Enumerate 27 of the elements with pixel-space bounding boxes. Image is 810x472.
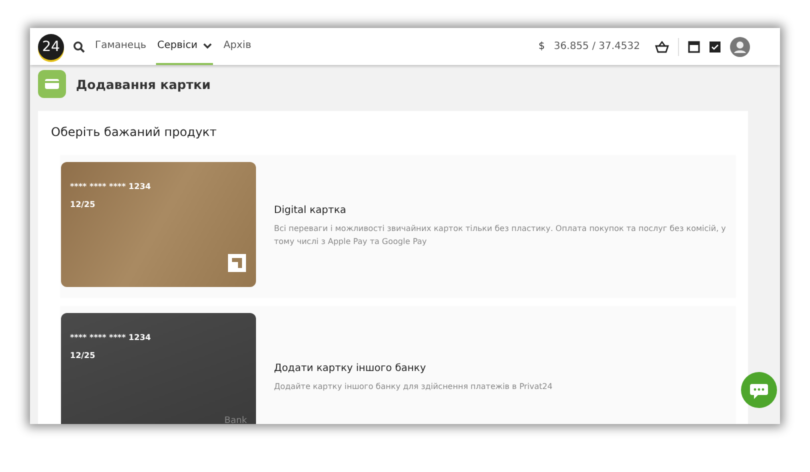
- page-title: Додавання картки: [76, 76, 211, 92]
- card-icon: [38, 70, 66, 98]
- card-number: **** **** **** 1234: [70, 333, 151, 342]
- nav-tab[interactable]: Сервіси: [156, 28, 214, 65]
- product-row[interactable]: **** **** **** 1234 12/25 Bank Додати картку іншого банку Додайте картку іншого банку для здійснення платежів в Privat24: [60, 306, 736, 424]
- product-title: Додати картку іншого банку: [274, 362, 427, 374]
- bank-logo-icon: [228, 254, 246, 272]
- card-expiry: 12/25: [70, 351, 96, 360]
- calendar-icon[interactable]: [688, 40, 700, 53]
- nav-tab[interactable]: Архів: [222, 28, 252, 65]
- clipboard-check-icon[interactable]: [709, 40, 721, 53]
- search-icon[interactable]: [73, 40, 85, 52]
- product-description: Всі переваги і можливості звичайних карток тільки без пластику. Оплата покупок та послуг без комісій, у тому числі з Apple Pay та Google Pay: [274, 223, 727, 248]
- section-title: Оберіть бажаний продукт: [51, 125, 218, 139]
- product-description: Додайте картку іншого банку для здійснення платежів в Privat24: [274, 380, 554, 392]
- product-title: Digital картка: [274, 205, 348, 216]
- card-number: **** **** **** 1234: [70, 182, 151, 191]
- nav-tab[interactable]: Гаманець: [94, 28, 148, 65]
- avatar-icon[interactable]: [730, 36, 750, 56]
- product-row[interactable]: **** **** **** 1234 12/25 Digital картка Всі переваги і можливості звичайних карток тільки без пластику. Оплата покупок та послуг без комісій, у тому числі з Apple Pay та Google Pay: [60, 155, 736, 298]
- exchange-rate: 36.855 / 37.4532: [554, 41, 640, 52]
- card-expiry: 12/25: [70, 200, 96, 209]
- basket-icon[interactable]: [655, 40, 669, 52]
- chat-button[interactable]: [741, 372, 777, 408]
- card-brand: Bank: [224, 416, 247, 424]
- currency-symbol: $: [538, 41, 545, 52]
- logo[interactable]: 24: [38, 34, 64, 60]
